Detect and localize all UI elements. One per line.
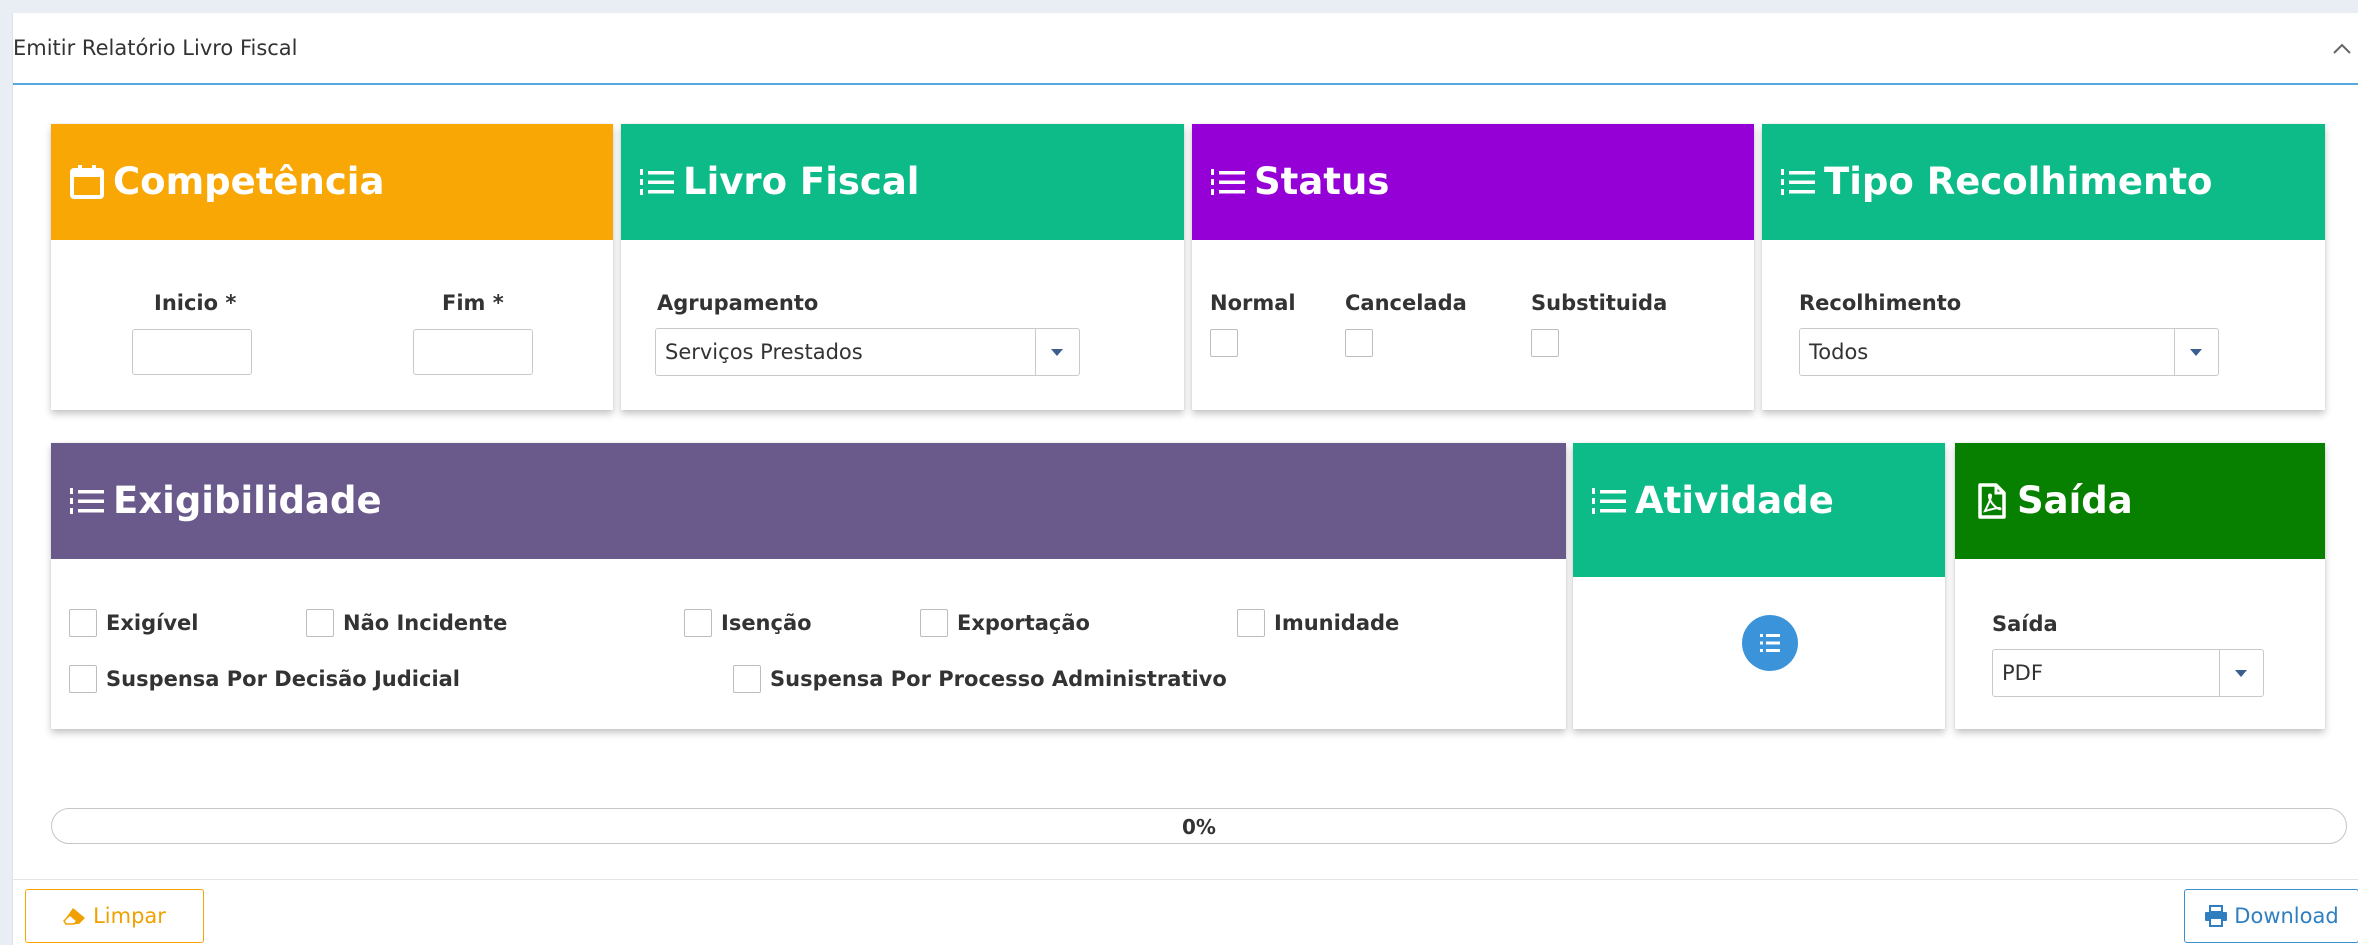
suspensa-administrativo-checkbox[interactable] <box>733 665 761 693</box>
saida-select[interactable]: PDF <box>1992 649 2264 697</box>
dropdown-arrow-icon[interactable] <box>2219 650 2263 696</box>
status-header: Status <box>1192 124 1754 240</box>
status-normal-checkbox[interactable] <box>1210 329 1238 357</box>
suspensa-administrativo-option[interactable]: Suspensa Por Processo Administrativo <box>733 664 1227 694</box>
list-icon <box>1760 634 1780 652</box>
exigivel-checkbox[interactable] <box>69 609 97 637</box>
atividade-card: Atividade <box>1573 443 1945 729</box>
saida-card: Saída Saída PDF <box>1955 443 2325 729</box>
progress-label: 0% <box>1182 815 1216 839</box>
saida-label: Saída <box>1992 612 2058 636</box>
tipo-recolhimento-card: Tipo Recolhimento Recolhimento Todos <box>1762 124 2325 410</box>
dropdown-arrow-icon[interactable] <box>2174 329 2218 375</box>
saida-title: Saída <box>2017 479 2133 522</box>
panel-header: Emitir Relatório Livro Fiscal <box>13 13 2358 85</box>
status-title: Status <box>1254 160 1390 203</box>
isencao-option[interactable]: Isenção <box>684 608 812 638</box>
exigibilidade-header: Exigibilidade <box>51 443 1566 559</box>
download-button[interactable]: Download <box>2184 889 2358 943</box>
tipo-recolhimento-title: Tipo Recolhimento <box>1824 160 2213 203</box>
isencao-checkbox[interactable] <box>684 609 712 637</box>
competencia-title: Competência <box>113 160 385 203</box>
imunidade-option[interactable]: Imunidade <box>1237 608 1399 638</box>
agrupamento-select[interactable]: Serviços Prestados <box>655 328 1080 376</box>
status-substituida-checkbox[interactable] <box>1531 329 1559 357</box>
nao-incidente-label: Não Incidente <box>343 611 508 635</box>
atividade-header: Atividade <box>1573 443 1945 577</box>
status-cancelada-label: Cancelada <box>1345 291 1467 315</box>
print-icon <box>2205 905 2228 927</box>
suspensa-administrativo-label: Suspensa Por Processo Administrativo <box>770 667 1227 691</box>
livro-fiscal-header: Livro Fiscal <box>621 124 1184 240</box>
exportacao-option[interactable]: Exportação <box>920 608 1090 638</box>
nao-incidente-option[interactable]: Não Incidente <box>306 608 507 638</box>
recolhimento-select[interactable]: Todos <box>1799 328 2219 376</box>
exigivel-label: Exigível <box>106 611 199 635</box>
progress-bar: 0% <box>51 808 2347 844</box>
panel-title: Emitir Relatório Livro Fiscal <box>13 36 298 60</box>
suspensa-judicial-checkbox[interactable] <box>69 665 97 693</box>
fim-label: Fim * <box>442 291 504 315</box>
recolhimento-value: Todos <box>1809 340 1869 364</box>
exigivel-option[interactable]: Exigível <box>69 608 198 638</box>
agrupamento-value: Serviços Prestados <box>665 340 863 364</box>
competencia-header: Competência <box>51 124 613 240</box>
ordered-list-icon <box>1781 168 1815 195</box>
file-pdf-icon <box>1978 482 2006 519</box>
livro-fiscal-card: Livro Fiscal Agrupamento Serviços Presta… <box>621 124 1184 410</box>
exportacao-checkbox[interactable] <box>920 609 948 637</box>
ordered-list-icon <box>1211 168 1245 195</box>
report-panel: Emitir Relatório Livro Fiscal Competênci… <box>12 13 2358 945</box>
suspensa-judicial-label: Suspensa Por Decisão Judicial <box>106 667 461 691</box>
limpar-button[interactable]: Limpar <box>25 889 204 943</box>
atividade-list-button[interactable] <box>1742 615 1798 671</box>
fim-input[interactable] <box>413 329 533 375</box>
eraser-icon <box>63 908 86 925</box>
saida-value: PDF <box>2002 661 2043 685</box>
ordered-list-icon <box>1592 487 1626 514</box>
status-cancelada-checkbox[interactable] <box>1345 329 1373 357</box>
agrupamento-label: Agrupamento <box>657 291 819 315</box>
saida-header: Saída <box>1955 443 2325 559</box>
download-label: Download <box>2234 904 2339 928</box>
isencao-label: Isenção <box>721 611 812 635</box>
livro-fiscal-title: Livro Fiscal <box>683 160 920 203</box>
ordered-list-icon <box>70 487 104 514</box>
dropdown-arrow-icon[interactable] <box>1035 329 1079 375</box>
calendar-icon <box>70 164 104 199</box>
nao-incidente-checkbox[interactable] <box>306 609 334 637</box>
chevron-up-icon[interactable] <box>2329 39 2355 59</box>
inicio-label: Inicio * <box>154 291 237 315</box>
exigibilidade-title: Exigibilidade <box>113 479 382 522</box>
exportacao-label: Exportação <box>957 611 1090 635</box>
imunidade-checkbox[interactable] <box>1237 609 1265 637</box>
competencia-card: Competência Inicio * Fim * <box>51 124 613 410</box>
atividade-title: Atividade <box>1635 479 1834 522</box>
footer-divider <box>13 879 2358 880</box>
status-card: Status Normal Cancelada Substituida <box>1192 124 1754 410</box>
status-normal-label: Normal <box>1210 291 1296 315</box>
ordered-list-icon <box>640 168 674 195</box>
recolhimento-label: Recolhimento <box>1799 291 1962 315</box>
suspensa-judicial-option[interactable]: Suspensa Por Decisão Judicial <box>69 664 460 694</box>
status-substituida-label: Substituida <box>1531 291 1668 315</box>
tipo-recolhimento-header: Tipo Recolhimento <box>1762 124 2325 240</box>
limpar-label: Limpar <box>93 904 166 928</box>
inicio-input[interactable] <box>132 329 252 375</box>
imunidade-label: Imunidade <box>1274 611 1400 635</box>
exigibilidade-card: Exigibilidade Exigível Não Incidente Ise… <box>51 443 1566 729</box>
